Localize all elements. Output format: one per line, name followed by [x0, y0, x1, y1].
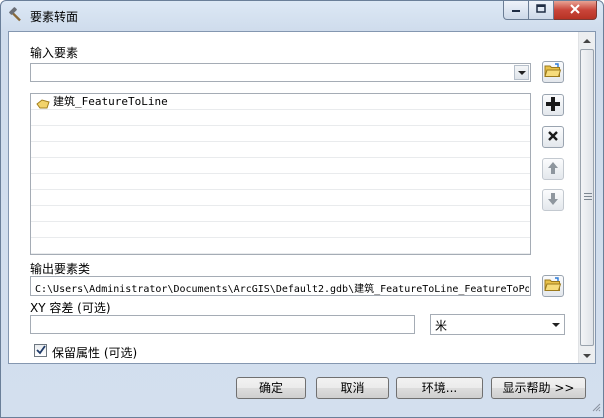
dialog-window: 要素转面 输入要素 建筑_FeatureToLine 输出要素类 C:\User…: [0, 0, 604, 418]
xy-tolerance-input[interactable]: [30, 315, 415, 334]
scrollbar-thumb[interactable]: [580, 49, 594, 346]
chevron-down-icon: [551, 322, 560, 327]
list-item[interactable]: [31, 142, 530, 158]
browse-output-button[interactable]: [542, 275, 564, 297]
hammer-icon: [8, 7, 24, 23]
close-icon: [569, 3, 581, 17]
window-title: 要素转面: [30, 10, 79, 24]
list-item[interactable]: [31, 206, 530, 222]
list-item-label: 建筑_FeatureToLine: [53, 95, 168, 108]
preserve-attributes-label: 保留属性 (可选): [52, 346, 138, 360]
dialog-client-area: 输入要素 建筑_FeatureToLine 输出要素类 C:\Users\Adm…: [8, 31, 596, 364]
up-arrow-icon: [547, 161, 559, 178]
output-class-value: C:\Users\Administrator\Documents\ArcGIS\…: [35, 284, 529, 295]
list-item[interactable]: [31, 110, 530, 126]
down-arrow-icon: [547, 192, 559, 209]
browse-input-button[interactable]: [542, 61, 564, 83]
cancel-button[interactable]: 取消: [316, 377, 389, 399]
move-down-button[interactable]: [542, 189, 564, 211]
list-item[interactable]: [31, 158, 530, 174]
scrollbar-grip-icon: [584, 193, 592, 200]
resize-grip-icon[interactable]: [591, 401, 601, 415]
x-icon: [547, 130, 559, 145]
input-features-label: 输入要素: [30, 46, 79, 60]
open-folder-icon: [544, 276, 562, 296]
list-item[interactable]: [31, 190, 530, 206]
output-class-field[interactable]: C:\Users\Administrator\Documents\ArcGIS\…: [30, 276, 531, 296]
list-item[interactable]: [31, 222, 530, 238]
input-features-combo[interactable]: [30, 63, 531, 82]
list-item[interactable]: [31, 174, 530, 190]
open-folder-icon: [544, 62, 562, 82]
scroll-down-icon: [583, 348, 591, 362]
scroll-down-button[interactable]: [579, 347, 595, 363]
ok-button[interactable]: 确定: [236, 377, 306, 399]
vertical-scrollbar[interactable]: [578, 32, 595, 363]
list-item[interactable]: [31, 238, 530, 254]
add-row-button[interactable]: [542, 94, 564, 116]
environments-button[interactable]: 环境...: [396, 377, 483, 399]
maximize-button[interactable]: [529, 1, 554, 20]
maximize-icon: [536, 3, 546, 17]
checkmark-icon: [35, 344, 46, 358]
minimize-icon: [511, 3, 521, 17]
minimize-button[interactable]: [503, 1, 529, 20]
title-bar[interactable]: 要素转面: [1, 1, 603, 31]
list-item[interactable]: 建筑_FeatureToLine: [31, 94, 530, 110]
xy-tolerance-label: XY 容差 (可选): [30, 301, 111, 315]
chevron-down-icon: [517, 70, 526, 75]
close-button[interactable]: [554, 1, 597, 20]
xy-tolerance-unit-select[interactable]: 米: [430, 314, 565, 335]
move-up-button[interactable]: [542, 158, 564, 180]
unit-dropdown-button[interactable]: [548, 316, 563, 333]
scroll-up-icon: [583, 33, 591, 47]
show-help-button[interactable]: 显示帮助 >>: [491, 377, 586, 399]
caption-buttons: [503, 1, 597, 21]
output-class-label: 输出要素类: [30, 262, 91, 276]
scroll-up-button[interactable]: [579, 32, 595, 48]
input-features-dropdown-button[interactable]: [514, 65, 529, 80]
input-features-list[interactable]: 建筑_FeatureToLine: [30, 93, 531, 255]
list-item[interactable]: [31, 126, 530, 142]
preserve-attributes-checkbox[interactable]: [34, 344, 47, 357]
remove-row-button[interactable]: [542, 126, 564, 148]
plus-icon: [546, 96, 560, 114]
xy-tolerance-unit-value: 米: [435, 319, 448, 333]
